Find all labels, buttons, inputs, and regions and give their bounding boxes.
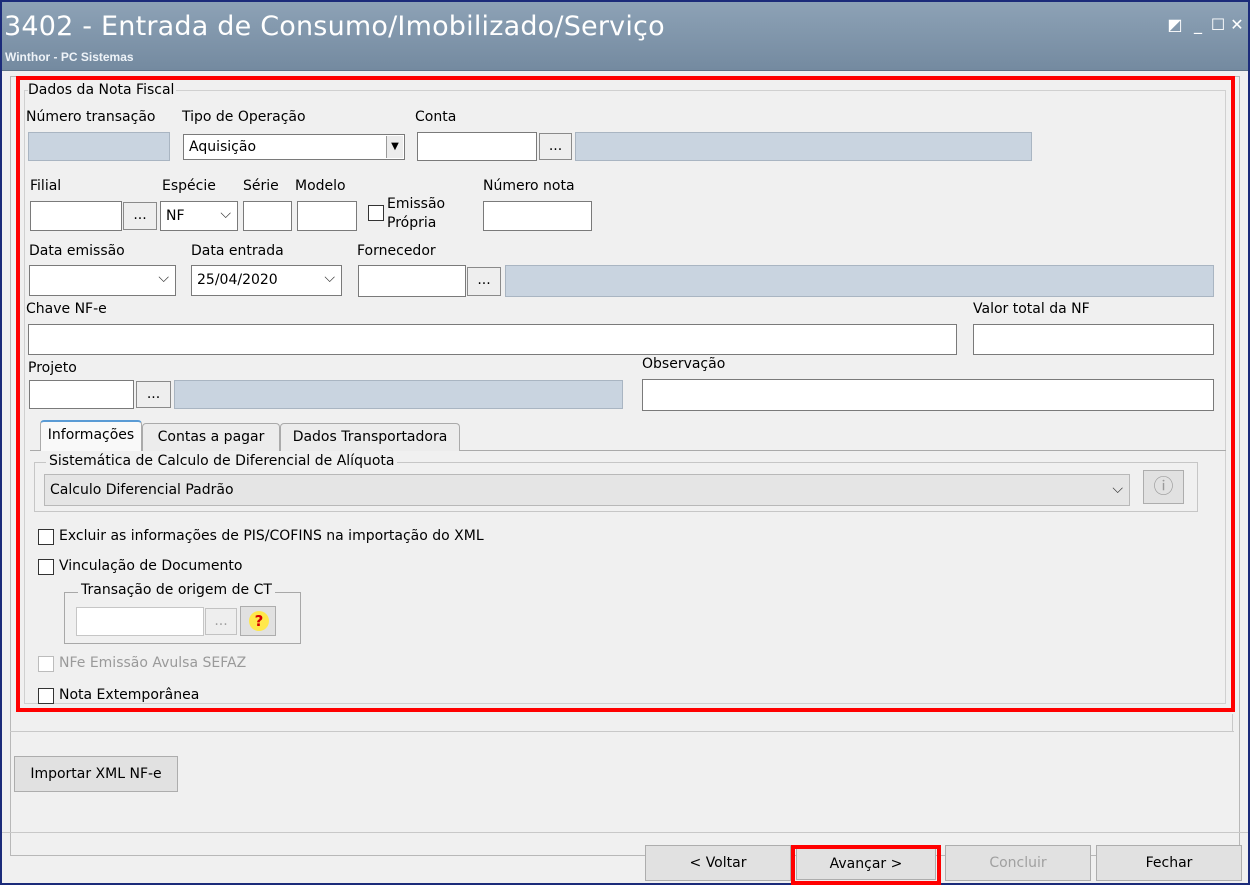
bottom-separator — [2, 832, 1248, 833]
window-title: 3402 - Entrada de Consumo/Imobilizado/Se… — [4, 11, 665, 42]
window-subtitle: Winthor - PC Sistemas — [5, 50, 134, 64]
restore-icon[interactable]: ◩ — [1164, 14, 1186, 36]
concluir-button: Concluir — [945, 845, 1091, 881]
separator-v — [1232, 714, 1233, 732]
highlight-box — [16, 76, 1235, 712]
separator — [10, 731, 1234, 732]
close-icon[interactable]: ✕ — [1226, 14, 1248, 36]
title-bar: 3402 - Entrada de Consumo/Imobilizado/Se… — [2, 2, 1248, 71]
importar-xml-button[interactable]: Importar XML NF-e — [14, 756, 178, 792]
fechar-button[interactable]: Fechar — [1096, 845, 1242, 881]
voltar-button[interactable]: < Voltar — [645, 845, 791, 881]
avancar-highlight-box — [791, 845, 941, 885]
minimize-icon[interactable]: _ — [1187, 14, 1209, 36]
main-window: 3402 - Entrada de Consumo/Imobilizado/Se… — [2, 2, 1248, 885]
